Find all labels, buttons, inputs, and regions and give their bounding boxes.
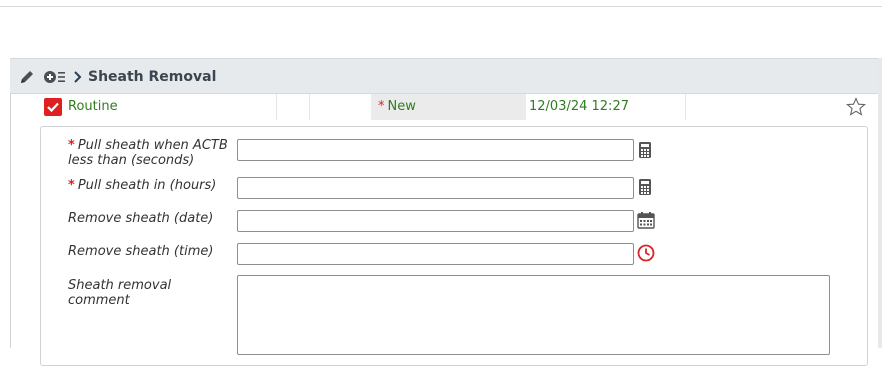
scrollbar[interactable]	[878, 58, 882, 348]
add-list-icon[interactable]	[43, 68, 67, 86]
field-label-remove-date: Remove sheath (date)	[68, 211, 214, 226]
clock-icon[interactable]	[637, 244, 655, 262]
calculator-icon[interactable]	[637, 178, 655, 196]
chevron-right-icon[interactable]	[72, 68, 84, 86]
order-title: Sheath Removal	[88, 69, 217, 85]
remove-time-input[interactable]	[237, 243, 634, 265]
column-divider	[276, 94, 277, 120]
calculator-icon[interactable]	[637, 141, 655, 159]
required-asterisk: *	[68, 178, 75, 193]
actb-seconds-input[interactable]	[237, 139, 634, 161]
pencil-icon[interactable]	[18, 68, 36, 86]
required-asterisk: *	[68, 138, 75, 153]
field-label-comment: Sheath removal comment	[68, 278, 172, 308]
star-outline-icon[interactable]	[846, 97, 866, 117]
status-cell: * New	[371, 94, 526, 120]
remove-date-input[interactable]	[237, 210, 634, 232]
column-divider	[309, 94, 310, 120]
order-row: Routine * New 12/03/24 12:27	[36, 94, 878, 120]
checkbox-checked-icon[interactable]	[44, 98, 62, 116]
priority-label: Routine	[68, 99, 118, 114]
pull-hours-input[interactable]	[237, 177, 634, 199]
status-label: New	[387, 99, 416, 114]
required-asterisk: *	[378, 99, 385, 114]
field-label-actb: * Pull sheath when ACTB less than (second…	[68, 138, 228, 168]
order-header: Sheath Removal	[10, 58, 878, 94]
calendar-icon[interactable]	[637, 211, 655, 229]
top-divider	[0, 6, 882, 7]
column-divider	[685, 94, 686, 120]
order-datetime: 12/03/24 12:27	[529, 99, 629, 114]
field-label-pull-hours: * Pull sheath in (hours)	[68, 178, 217, 193]
sheath-comment-textarea[interactable]	[237, 275, 830, 355]
field-label-remove-time: Remove sheath (time)	[68, 244, 214, 259]
